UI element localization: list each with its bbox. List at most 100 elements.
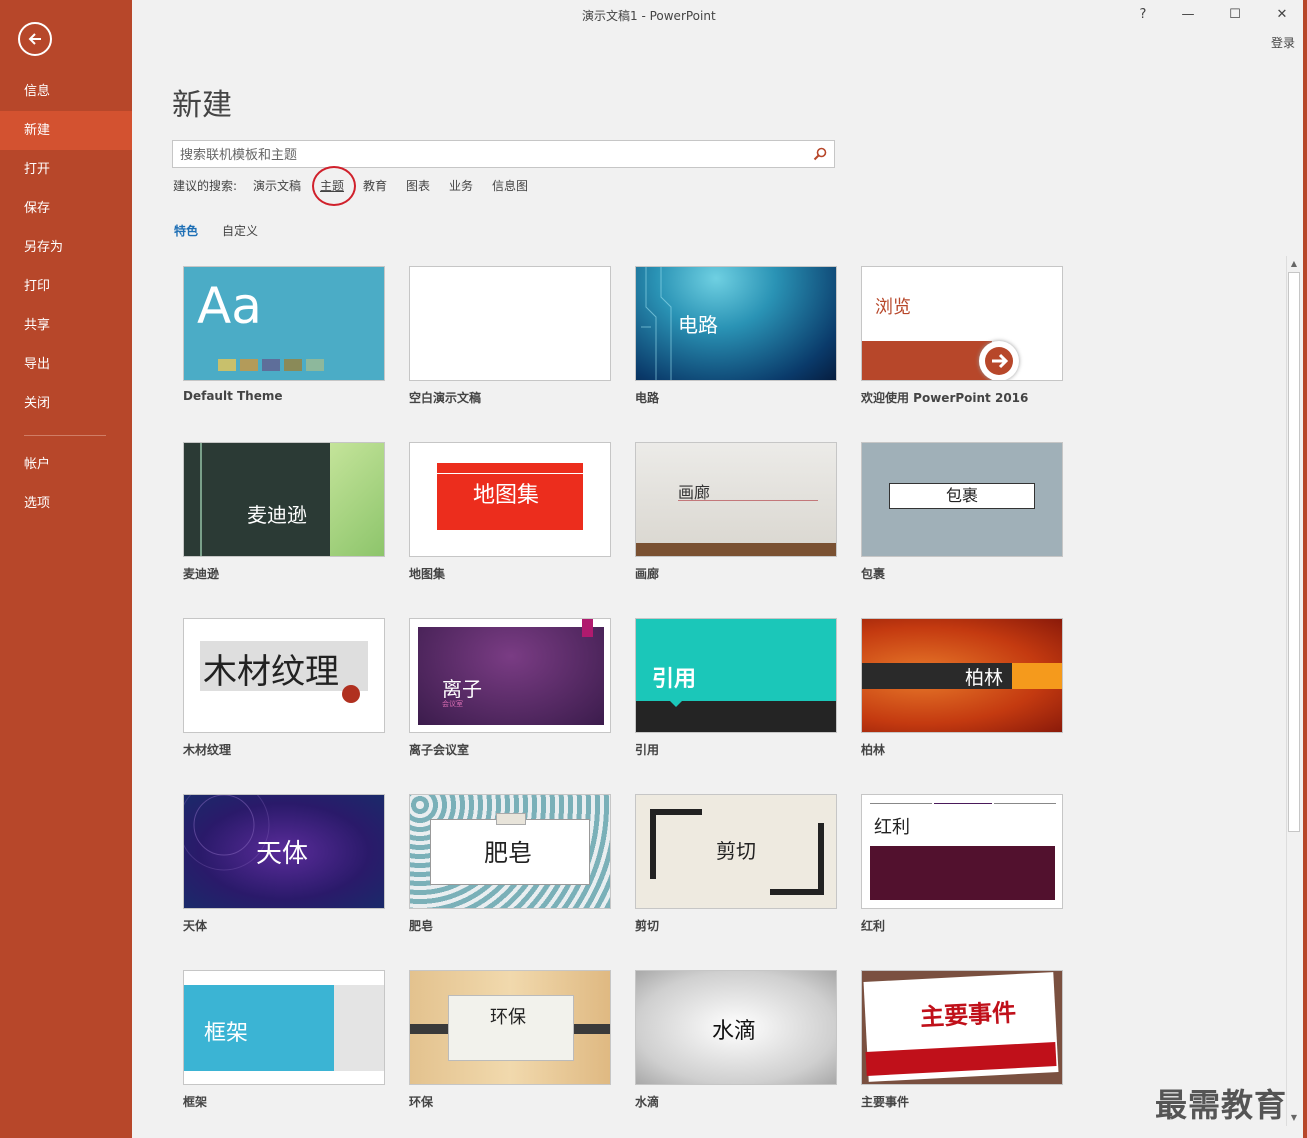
help-button[interactable]: ? xyxy=(1128,4,1158,26)
tile-preview-subtext: 会议室 xyxy=(442,700,463,708)
suggested-search-education[interactable]: 教育 xyxy=(363,177,387,194)
signin-link[interactable]: 登录 xyxy=(1271,34,1295,51)
sidebar-item-account[interactable]: 帐户 xyxy=(0,445,132,484)
template-tile-welcome[interactable]: 浏览 xyxy=(861,266,1063,381)
template-tile-main-event[interactable]: 主要事件 xyxy=(861,970,1063,1085)
template-tile-quotable[interactable]: 引用 xyxy=(635,618,837,733)
template-tile-berlin[interactable]: 柏林 xyxy=(861,618,1063,733)
sidebar-item-info[interactable]: 信息 xyxy=(0,72,132,111)
template-tile-blank[interactable] xyxy=(409,266,611,381)
template-label: 麦迪逊 xyxy=(183,567,220,581)
template-tile-ion-boardroom[interactable]: 离子 会议室 xyxy=(409,618,611,733)
tile-preview-text: 引用 xyxy=(652,667,697,692)
template-label: 欢迎使用 PowerPoint 2016 xyxy=(861,391,1029,405)
template-tile-dividend[interactable]: 红利 xyxy=(861,794,1063,909)
template-tile-circuit[interactable]: 电路 xyxy=(635,266,837,381)
suggested-search-charts[interactable]: 图表 xyxy=(406,177,430,194)
search-icon[interactable] xyxy=(812,146,828,166)
tile-stripe xyxy=(994,803,1056,804)
tile-stripe xyxy=(437,473,583,474)
search-box xyxy=(172,140,835,169)
suggested-search-infographics[interactable]: 信息图 xyxy=(492,177,528,194)
minimize-button[interactable]: — xyxy=(1173,4,1203,26)
tile-preview-text: 剪切 xyxy=(716,839,756,863)
template-label: Default Theme xyxy=(183,389,283,403)
template-label: 柏林 xyxy=(861,743,886,757)
sidebar-item-options[interactable]: 选项 xyxy=(0,484,132,523)
suggested-searches-label: 建议的搜索: xyxy=(173,179,238,193)
scroll-up-arrow-icon[interactable]: ▲ xyxy=(1288,257,1300,271)
suggested-search-business[interactable]: 业务 xyxy=(449,177,473,194)
tile-stripe xyxy=(334,985,384,1071)
scroll-down-arrow-icon[interactable]: ▼ xyxy=(1288,1111,1300,1125)
template-label: 离子会议室 xyxy=(409,743,470,757)
close-button[interactable]: ✕ xyxy=(1267,4,1297,26)
tile-preview-text: 木材纹理 xyxy=(203,652,339,692)
tile-stripe xyxy=(1012,663,1062,689)
tile-preview-text: 框架 xyxy=(204,1021,249,1046)
color-swatch xyxy=(262,359,280,371)
frame-corner-icon xyxy=(650,809,702,879)
vertical-scrollbar[interactable]: ▲ ▼ xyxy=(1286,256,1301,1126)
tile-preview-text: 主要事件 xyxy=(919,998,1017,1032)
sidebar-item-open[interactable]: 打开 xyxy=(0,150,132,189)
template-label: 主要事件 xyxy=(861,1095,910,1109)
template-tile-frame[interactable]: 框架 xyxy=(183,970,385,1085)
seal-icon xyxy=(342,685,360,703)
sidebar-item-export[interactable]: 导出 xyxy=(0,345,132,384)
back-arrow-icon[interactable] xyxy=(18,22,52,56)
tile-preview-text: Aa xyxy=(197,277,262,335)
tab-featured[interactable]: 特色 xyxy=(174,222,198,239)
suggested-search-presentations[interactable]: 演示文稿 xyxy=(253,177,301,194)
tile-preview-text: 地图集 xyxy=(473,483,540,508)
sidebar-item-save[interactable]: 保存 xyxy=(0,189,132,228)
template-label: 天体 xyxy=(183,919,208,933)
color-swatch xyxy=(306,359,324,371)
tile-preview-text: 离子 xyxy=(442,677,482,701)
template-tile-gallery[interactable]: 画廊 xyxy=(635,442,837,557)
tab-custom[interactable]: 自定义 xyxy=(222,222,258,239)
sidebar-item-share[interactable]: 共享 xyxy=(0,306,132,345)
tile-preview-text: 肥皂 xyxy=(484,839,532,867)
window-title: 演示文稿1 - PowerPoint xyxy=(582,9,716,23)
watermark: 最需教育 xyxy=(1155,1086,1288,1124)
tile-stripe xyxy=(934,803,992,804)
template-tile-parcel[interactable]: 包裹 xyxy=(861,442,1063,557)
tile-band xyxy=(330,443,384,556)
template-label: 木材纹理 xyxy=(183,743,232,757)
tile-preview-text: 红利 xyxy=(874,817,910,838)
template-tile-savon[interactable]: 肥皂 xyxy=(409,794,611,909)
scroll-thumb[interactable] xyxy=(1288,272,1300,832)
template-tile-droplet[interactable]: 水滴 xyxy=(635,970,837,1085)
template-tile-wood-type[interactable]: 木材纹理 xyxy=(183,618,385,733)
template-tile-cutout[interactable]: 剪切 xyxy=(635,794,837,909)
sidebar-item-save-as[interactable]: 另存为 xyxy=(0,228,132,267)
tile-preview-text: 浏览 xyxy=(875,297,911,318)
template-label: 地图集 xyxy=(409,567,446,581)
template-label: 画廊 xyxy=(635,567,660,581)
template-tile-organic[interactable]: 环保 xyxy=(409,970,611,1085)
tile-preview-text: 包裹 xyxy=(889,483,1035,509)
tile-band xyxy=(862,341,992,380)
tile-preview-text: 水滴 xyxy=(712,1019,757,1044)
maximize-button[interactable]: ☐ xyxy=(1220,4,1250,26)
pointer-icon xyxy=(670,701,682,707)
template-tile-celestial[interactable]: 天体 xyxy=(183,794,385,909)
color-swatch xyxy=(240,359,258,371)
template-label: 电路 xyxy=(635,391,660,405)
tile-stripe xyxy=(496,813,526,825)
sidebar-item-close[interactable]: 关闭 xyxy=(0,384,132,423)
frame-corner-icon xyxy=(770,823,824,895)
template-label: 空白演示文稿 xyxy=(409,391,482,405)
tile-band xyxy=(870,846,1055,900)
template-tile-default-theme[interactable]: Aa xyxy=(183,266,385,381)
template-label: 水滴 xyxy=(635,1095,660,1109)
sidebar-item-print[interactable]: 打印 xyxy=(0,267,132,306)
sidebar-item-new[interactable]: 新建 xyxy=(0,111,132,150)
title-bar: 演示文稿1 - PowerPoint ? — ☐ ✕ xyxy=(132,0,1307,32)
template-tile-atlas[interactable]: 地图集 xyxy=(409,442,611,557)
search-input[interactable] xyxy=(173,141,802,169)
template-tile-madison[interactable]: 麦迪逊 xyxy=(183,442,385,557)
color-swatch xyxy=(218,359,236,371)
highlight-annotation xyxy=(312,166,356,206)
